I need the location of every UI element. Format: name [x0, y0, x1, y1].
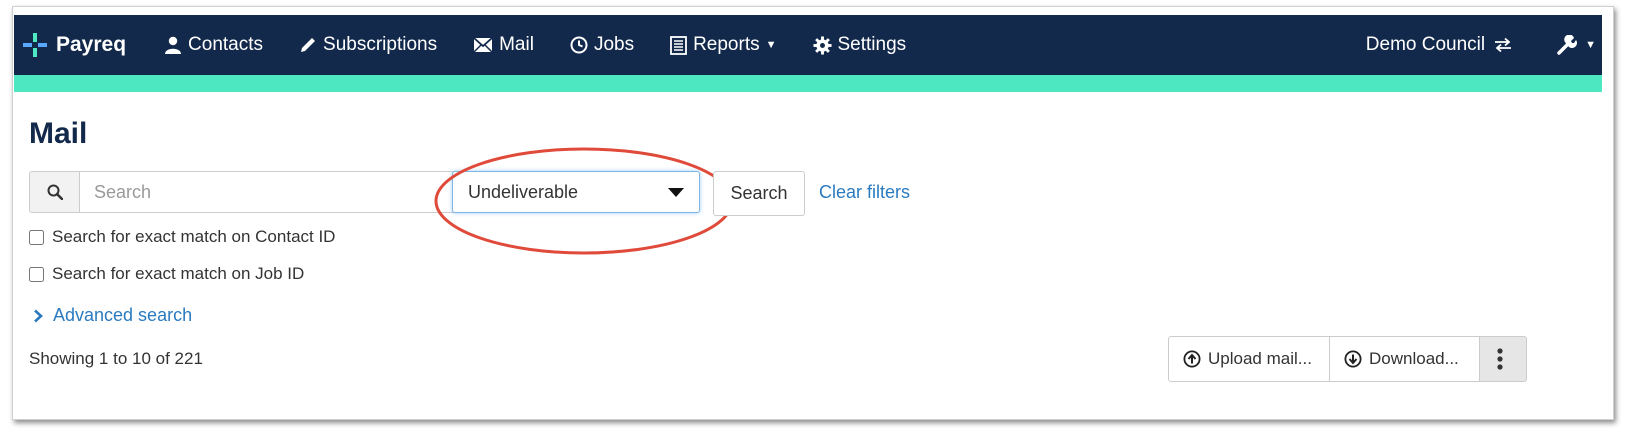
search-button[interactable]: Search	[713, 171, 805, 216]
payreq-logo-icon	[23, 33, 47, 57]
nav-mail-label: Mail	[499, 34, 534, 55]
download-label: Download...	[1369, 349, 1459, 368]
exact-job-id-checkbox[interactable]	[29, 266, 44, 282]
nav-subscriptions[interactable]: Subscriptions	[299, 34, 437, 56]
chevron-right-icon	[34, 309, 43, 322]
brand-name: Payreq	[56, 33, 127, 56]
upload-mail-label: Upload mail...	[1208, 349, 1312, 368]
clear-filters-link[interactable]: Clear filters	[819, 182, 910, 203]
nav-settings[interactable]: Settings	[812, 34, 907, 56]
navbar-right: Demo Council ▼	[1366, 34, 1602, 56]
search-input[interactable]	[79, 171, 454, 213]
advanced-search-toggle[interactable]: Advanced search	[33, 305, 192, 326]
wrench-icon	[1557, 35, 1578, 55]
chevron-down-icon: ▼	[765, 39, 777, 51]
nav-contacts[interactable]: Contacts	[164, 34, 263, 56]
nav-jobs-label: Jobs	[593, 34, 635, 55]
switch-arrows-icon	[1495, 37, 1512, 53]
envelope-icon	[473, 37, 493, 53]
organization-switcher[interactable]: Demo Council	[1366, 34, 1513, 56]
exact-contact-id-option[interactable]: Search for exact match on Contact ID	[29, 227, 335, 247]
vertical-ellipsis-icon	[1496, 348, 1503, 370]
organization-name: Demo Council	[1365, 34, 1486, 55]
chevron-down-icon: ▼	[1585, 39, 1596, 51]
pencil-icon	[301, 38, 316, 52]
search-icon	[47, 184, 63, 200]
download-circle-icon	[1344, 350, 1362, 368]
exact-contact-id-label: Search for exact match on Contact ID	[52, 227, 336, 246]
upload-circle-icon	[1183, 350, 1201, 368]
exact-job-id-option[interactable]: Search for exact match on Job ID	[29, 264, 304, 284]
nav-settings-label: Settings	[837, 34, 907, 55]
status-filter-value: Undeliverable	[468, 181, 579, 202]
upload-mail-button[interactable]: Upload mail...	[1168, 336, 1330, 382]
mail-actions-group: Upload mail... Download...	[1168, 336, 1527, 382]
nav-jobs[interactable]: Jobs	[570, 34, 634, 56]
page-title: Mail	[29, 117, 88, 150]
user-icon	[165, 36, 182, 54]
exact-job-id-label: Search for exact match on Job ID	[52, 264, 305, 283]
search-addon	[29, 171, 79, 213]
nav-contacts-label: Contacts	[188, 34, 264, 55]
results-summary: Showing 1 to 10 of 221	[29, 349, 203, 368]
download-button[interactable]: Download...	[1330, 336, 1480, 382]
nav-reports[interactable]: Reports ▼	[670, 34, 777, 56]
navbar-accent-bar	[14, 75, 1602, 92]
status-filter-select[interactable]: Undeliverable	[452, 171, 700, 213]
nav-reports-label: Reports	[693, 34, 760, 55]
nav-subscriptions-label: Subscriptions	[323, 34, 438, 55]
clock-icon	[570, 36, 588, 54]
tools-menu[interactable]: ▼	[1557, 35, 1596, 55]
exact-contact-id-checkbox[interactable]	[29, 229, 44, 245]
search-group	[29, 171, 454, 213]
advanced-search-label: Advanced search	[53, 305, 193, 325]
gear-icon	[812, 35, 832, 55]
brand[interactable]: Payreq	[22, 32, 126, 58]
more-actions-button[interactable]	[1480, 336, 1527, 382]
top-navbar: Payreq Contacts Subscriptions Mail Jobs	[14, 15, 1602, 75]
caret-down-icon	[668, 187, 684, 197]
nav-mail[interactable]: Mail	[473, 34, 534, 56]
list-icon	[670, 35, 687, 55]
